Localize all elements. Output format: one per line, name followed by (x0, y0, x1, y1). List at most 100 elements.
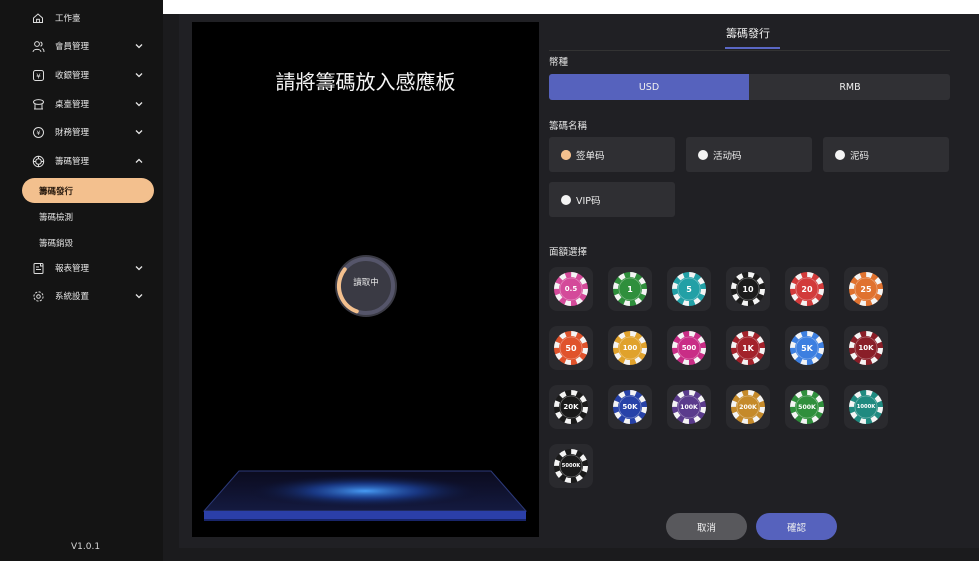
sidebar-item-workbench[interactable]: 工作臺 (0, 6, 163, 30)
reader-pad-image (203, 470, 527, 521)
sidebar: 工作臺 會員管理 ¥ 收銀管理 桌臺管理 ¥ 財務管理 籌碼管理 籌碼發行 籌碼… (0, 0, 163, 561)
denomination-label: 100 (622, 344, 638, 352)
denomination-label: 50K (622, 403, 638, 411)
denomination-option[interactable]: 50K (608, 385, 652, 429)
denomination-option[interactable]: 500 (667, 326, 711, 370)
currency-option-usd[interactable]: USD (549, 74, 749, 100)
sidebar-subitem-chip-check[interactable]: 籌碼檢測 (39, 211, 73, 223)
tab-chip-issue[interactable]: 籌碼發行 (726, 25, 770, 41)
denomination-option[interactable]: 5 (667, 267, 711, 311)
denomination-option[interactable]: 1000K (844, 385, 888, 429)
chip-type-option-signed[interactable]: 签单码 (549, 137, 675, 172)
chevron-down-icon (134, 291, 144, 301)
sidebar-item-label: 會員管理 (55, 42, 90, 52)
home-icon (31, 11, 45, 25)
app-version: V1.0.1 (71, 542, 101, 552)
denomination-option[interactable]: 1K (726, 326, 770, 370)
denomination-label: 25 (860, 284, 872, 294)
denomination-option[interactable]: 500K (785, 385, 829, 429)
chip-type-label: 签单码 (576, 150, 605, 162)
sidebar-item-label: 桌臺管理 (55, 100, 90, 110)
chip-icon (31, 154, 45, 168)
sidebar-item-label: 報表管理 (55, 264, 90, 274)
denomination-option[interactable]: 20K (549, 385, 593, 429)
sidebar-item-chips[interactable]: 籌碼管理 (0, 149, 163, 173)
denomination-option[interactable]: 1 (608, 267, 652, 311)
denomination-label: 10 (742, 284, 754, 294)
chip-name-label: 籌碼名稱 (549, 121, 588, 132)
currency-option-rmb[interactable]: RMB (750, 74, 950, 100)
chevron-down-icon (134, 99, 144, 109)
denomination-option[interactable]: 50 (549, 326, 593, 370)
denomination-option[interactable]: 200K (726, 385, 770, 429)
denomination-label: 5000K (561, 463, 581, 469)
reader-instruction: 請將籌碼放入感應板 (275, 70, 456, 94)
denomination-label: 5 (686, 284, 692, 294)
sidebar-item-cashier[interactable]: ¥ 收銀管理 (0, 63, 163, 87)
currency-selector: USD RMB (549, 74, 950, 100)
sidebar-subitem-label: 籌碼發行 (39, 187, 74, 197)
sidebar-item-finance[interactable]: ¥ 財務管理 (0, 120, 163, 144)
chevron-down-icon (134, 127, 144, 137)
sidebar-subitem-chip-destroy[interactable]: 籌碼銷毀 (39, 237, 73, 249)
chevron-down-icon (134, 70, 144, 80)
svg-text:¥: ¥ (36, 129, 40, 137)
chip-issue-form: 籌碼發行 幣種 USD RMB 籌碼名稱 签单码 活动码 泥码 VIP码 面額選… (549, 14, 979, 548)
denomination-label: 500K (798, 403, 816, 411)
denomination-label: 1 (627, 284, 633, 294)
chevron-up-icon (134, 156, 144, 166)
currency-label: 幣種 (549, 57, 569, 68)
app-window: 工作臺 會員管理 ¥ 收銀管理 桌臺管理 ¥ 財務管理 籌碼管理 籌碼發行 籌碼… (0, 0, 979, 561)
denomination-label: 200K (739, 403, 757, 411)
reading-status: 讀取中 (353, 278, 379, 288)
users-icon (31, 39, 45, 53)
denomination-label: 面額選擇 (549, 247, 588, 258)
denomination-option[interactable]: 100K (667, 385, 711, 429)
sidebar-item-tables[interactable]: 桌臺管理 (0, 92, 163, 116)
denomination-option[interactable]: 5000K (549, 444, 593, 488)
denomination-label: 500 (681, 344, 697, 352)
cancel-button[interactable]: 取消 (666, 513, 747, 540)
denomination-option[interactable]: 25 (844, 267, 888, 311)
sidebar-item-settings[interactable]: 系統設置 (0, 284, 163, 308)
chip-type-label: 泥码 (850, 150, 870, 162)
radio-selected-icon (561, 149, 571, 160)
radio-icon (835, 149, 845, 160)
denomination-option[interactable]: 20 (785, 267, 829, 311)
denomination-option[interactable]: 10K (844, 326, 888, 370)
denomination-label: 20 (801, 284, 813, 294)
header-strip (163, 0, 979, 14)
sidebar-item-reports[interactable]: 報表管理 (0, 256, 163, 280)
sidebar-item-members[interactable]: 會員管理 (0, 34, 163, 58)
main-area: 請將籌碼放入感應板 讀取中 籌碼發行 幣種 USD RMB 籌碼名稱 签单码 活… (163, 0, 979, 561)
table-icon (31, 97, 45, 111)
finance-icon: ¥ (31, 125, 45, 139)
sidebar-item-label: 工作臺 (55, 14, 81, 24)
chevron-down-icon (134, 263, 144, 273)
denomination-option[interactable]: 5K (785, 326, 829, 370)
chip-type-option-promo[interactable]: 活动码 (686, 137, 812, 172)
sidebar-item-label: 財務管理 (55, 128, 90, 138)
chip-type-label: VIP码 (576, 195, 601, 207)
denomination-option[interactable]: 100 (608, 326, 652, 370)
denomination-label: 1K (742, 343, 754, 353)
report-icon (31, 261, 45, 275)
reader-panel: 請將籌碼放入感應板 讀取中 (192, 22, 539, 537)
settings-icon (31, 289, 45, 303)
tab-indicator (725, 47, 780, 49)
denomination-option[interactable]: 10 (726, 267, 770, 311)
sidebar-subitem-chip-issue[interactable]: 籌碼發行 (22, 178, 154, 203)
tab-divider (549, 50, 950, 51)
sidebar-item-label: 收銀管理 (55, 71, 90, 81)
denomination-label: 100K (680, 403, 698, 411)
confirm-button[interactable]: 確認 (756, 513, 837, 540)
chip-type-option-vip[interactable]: VIP码 (549, 182, 675, 217)
chip-type-label: 活动码 (713, 150, 742, 162)
chip-type-option-dead[interactable]: 泥码 (823, 137, 949, 172)
radio-icon (698, 149, 708, 160)
sidebar-item-label: 籌碼管理 (55, 157, 90, 167)
cashier-icon: ¥ (31, 68, 45, 82)
radio-icon (561, 194, 571, 205)
denomination-option[interactable]: 0.5 (549, 267, 593, 311)
sidebar-item-label: 系統設置 (55, 292, 90, 302)
